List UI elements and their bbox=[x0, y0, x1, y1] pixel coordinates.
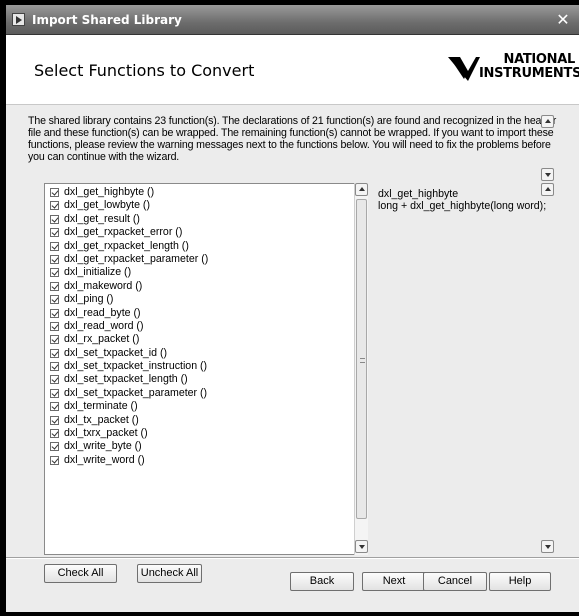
next-button[interactable]: Next bbox=[362, 572, 426, 591]
window-title: Import Shared Library bbox=[32, 13, 182, 27]
function-list-item[interactable]: dxl_ping () bbox=[48, 293, 348, 306]
function-label: dxl_get_rxpacket_parameter () bbox=[64, 252, 209, 265]
function-label: dxl_write_byte () bbox=[64, 440, 142, 453]
function-label: dxl_read_word () bbox=[64, 319, 144, 332]
function-list-item[interactable]: dxl_makeword () bbox=[48, 280, 348, 293]
function-list-item[interactable]: dxl_read_byte () bbox=[48, 307, 348, 320]
function-list-item[interactable]: dxl_initialize () bbox=[48, 266, 348, 279]
footer-separator bbox=[6, 557, 579, 559]
function-label: dxl_makeword () bbox=[64, 279, 143, 292]
function-label: dxl_txrx_packet () bbox=[64, 427, 148, 440]
title-bar[interactable]: Import Shared Library ✕ bbox=[6, 5, 579, 35]
function-checkbox[interactable] bbox=[50, 321, 59, 331]
function-checkbox[interactable] bbox=[50, 295, 59, 305]
function-checkbox[interactable] bbox=[50, 281, 59, 291]
function-checkbox[interactable] bbox=[50, 308, 59, 318]
function-list-item[interactable]: dxl_get_highbyte () bbox=[48, 186, 348, 199]
function-checkbox[interactable] bbox=[50, 254, 59, 264]
function-checkbox[interactable] bbox=[50, 442, 59, 452]
function-list-item[interactable]: dxl_txrx_packet () bbox=[48, 427, 348, 440]
function-list-items: dxl_get_highbyte () dxl_get_lowbyte () dxl… bbox=[48, 186, 348, 467]
scroll-down-icon[interactable] bbox=[541, 168, 554, 181]
function-label: dxl_ping () bbox=[64, 293, 114, 306]
detail-function-name: dxl_get_highbyte bbox=[378, 188, 459, 200]
function-checkbox[interactable] bbox=[50, 429, 59, 439]
function-detail-panel: dxl_get_highbyte long + dxl_get_highbyte… bbox=[378, 188, 554, 548]
function-checkbox[interactable] bbox=[50, 455, 59, 465]
close-icon[interactable]: ✕ bbox=[552, 10, 574, 30]
wizard-header: Select Functions to Convert NATIONAL INS… bbox=[6, 35, 579, 105]
function-checklist[interactable]: dxl_get_highbyte () dxl_get_lowbyte () dxl… bbox=[44, 183, 368, 555]
page-title: Select Functions to Convert bbox=[34, 61, 255, 80]
function-list-item[interactable]: dxl_write_byte () bbox=[48, 440, 348, 453]
function-checkbox[interactable] bbox=[50, 214, 59, 224]
function-list-item[interactable]: dxl_set_txpacket_instruction () bbox=[48, 360, 348, 373]
function-label: dxl_terminate () bbox=[64, 400, 138, 413]
detail-declaration: long + dxl_get_highbyte(long word); bbox=[378, 200, 547, 212]
detail-scroll-up-icon[interactable] bbox=[541, 183, 554, 196]
function-list-item[interactable]: dxl_write_word () bbox=[48, 454, 348, 467]
function-label: dxl_initialize () bbox=[64, 266, 132, 279]
labview-app-icon bbox=[12, 13, 25, 26]
function-checkbox[interactable] bbox=[50, 228, 59, 238]
wizard-client-area: Select Functions to Convert NATIONAL INS… bbox=[6, 35, 579, 612]
function-label: dxl_set_txpacket_instruction () bbox=[64, 360, 208, 373]
function-list-item[interactable]: dxl_read_word () bbox=[48, 320, 348, 333]
function-list-scrollbar[interactable] bbox=[354, 183, 368, 555]
function-checkbox[interactable] bbox=[50, 201, 59, 211]
description-scrollbar[interactable] bbox=[541, 115, 554, 181]
function-list-item[interactable]: dxl_set_txpacket_id () bbox=[48, 347, 348, 360]
function-label: dxl_set_txpacket_length () bbox=[64, 373, 188, 386]
function-label: dxl_set_txpacket_id () bbox=[64, 346, 168, 359]
ni-eagle-logo-icon bbox=[448, 57, 480, 81]
national-instruments-logo: NATIONAL INSTRUMENTS bbox=[446, 49, 579, 91]
function-checkbox[interactable] bbox=[50, 362, 59, 372]
function-checkbox[interactable] bbox=[50, 402, 59, 412]
function-list-item[interactable]: dxl_tx_packet () bbox=[48, 414, 348, 427]
function-label: dxl_get_rxpacket_error () bbox=[64, 226, 183, 239]
detail-scrollbar[interactable] bbox=[541, 183, 554, 555]
function-label: dxl_read_byte () bbox=[64, 306, 141, 319]
back-button[interactable]: Back bbox=[290, 572, 354, 591]
list-scroll-down-icon[interactable] bbox=[355, 540, 368, 553]
function-list-item[interactable]: dxl_get_rxpacket_parameter () bbox=[48, 253, 348, 266]
uncheck-all-button[interactable]: Uncheck All bbox=[137, 564, 202, 583]
function-label: dxl_get_highbyte () bbox=[64, 186, 155, 198]
function-label: dxl_get_rxpacket_length () bbox=[64, 239, 189, 252]
import-shared-library-window: Import Shared Library ✕ Select Functions… bbox=[0, 0, 579, 616]
list-scroll-up-icon[interactable] bbox=[355, 183, 368, 196]
function-checkbox[interactable] bbox=[50, 415, 59, 425]
function-checkbox[interactable] bbox=[50, 388, 59, 398]
grip-icon bbox=[360, 358, 365, 363]
function-list-item[interactable]: dxl_get_rxpacket_error () bbox=[48, 226, 348, 239]
function-checkbox[interactable] bbox=[50, 188, 59, 197]
cancel-button[interactable]: Cancel bbox=[423, 572, 487, 591]
function-list-item[interactable]: dxl_terminate () bbox=[48, 400, 348, 413]
function-checkbox[interactable] bbox=[50, 375, 59, 385]
function-list-item[interactable]: dxl_get_rxpacket_length () bbox=[48, 240, 348, 253]
logo-line-national: NATIONAL bbox=[503, 52, 575, 67]
function-list-item[interactable]: dxl_get_lowbyte () bbox=[48, 199, 348, 212]
scroll-up-icon[interactable] bbox=[541, 115, 554, 128]
function-checkbox[interactable] bbox=[50, 241, 59, 251]
detail-scroll-down-icon[interactable] bbox=[541, 540, 554, 553]
check-all-button[interactable]: Check All bbox=[44, 564, 117, 583]
function-label: dxl_rx_packet () bbox=[64, 333, 140, 346]
function-label: dxl_write_word () bbox=[64, 453, 145, 466]
function-list-item[interactable]: dxl_set_txpacket_parameter () bbox=[48, 387, 348, 400]
function-list-item[interactable]: dxl_rx_packet () bbox=[48, 333, 348, 346]
function-checkbox[interactable] bbox=[50, 268, 59, 278]
function-label: dxl_tx_packet () bbox=[64, 413, 139, 426]
function-checkbox[interactable] bbox=[50, 335, 59, 345]
function-label: dxl_set_txpacket_parameter () bbox=[64, 386, 208, 399]
help-button[interactable]: Help bbox=[489, 572, 551, 591]
function-list-item[interactable]: dxl_get_result () bbox=[48, 213, 348, 226]
function-list-item[interactable]: dxl_set_txpacket_length () bbox=[48, 373, 348, 386]
description-text: The shared library contains 23 function(… bbox=[28, 115, 557, 163]
function-label: dxl_get_result () bbox=[64, 212, 140, 225]
function-checkbox[interactable] bbox=[50, 348, 59, 358]
logo-line-instruments: INSTRUMENTS bbox=[479, 66, 579, 81]
list-scroll-thumb[interactable] bbox=[356, 199, 367, 519]
function-label: dxl_get_lowbyte () bbox=[64, 199, 150, 212]
